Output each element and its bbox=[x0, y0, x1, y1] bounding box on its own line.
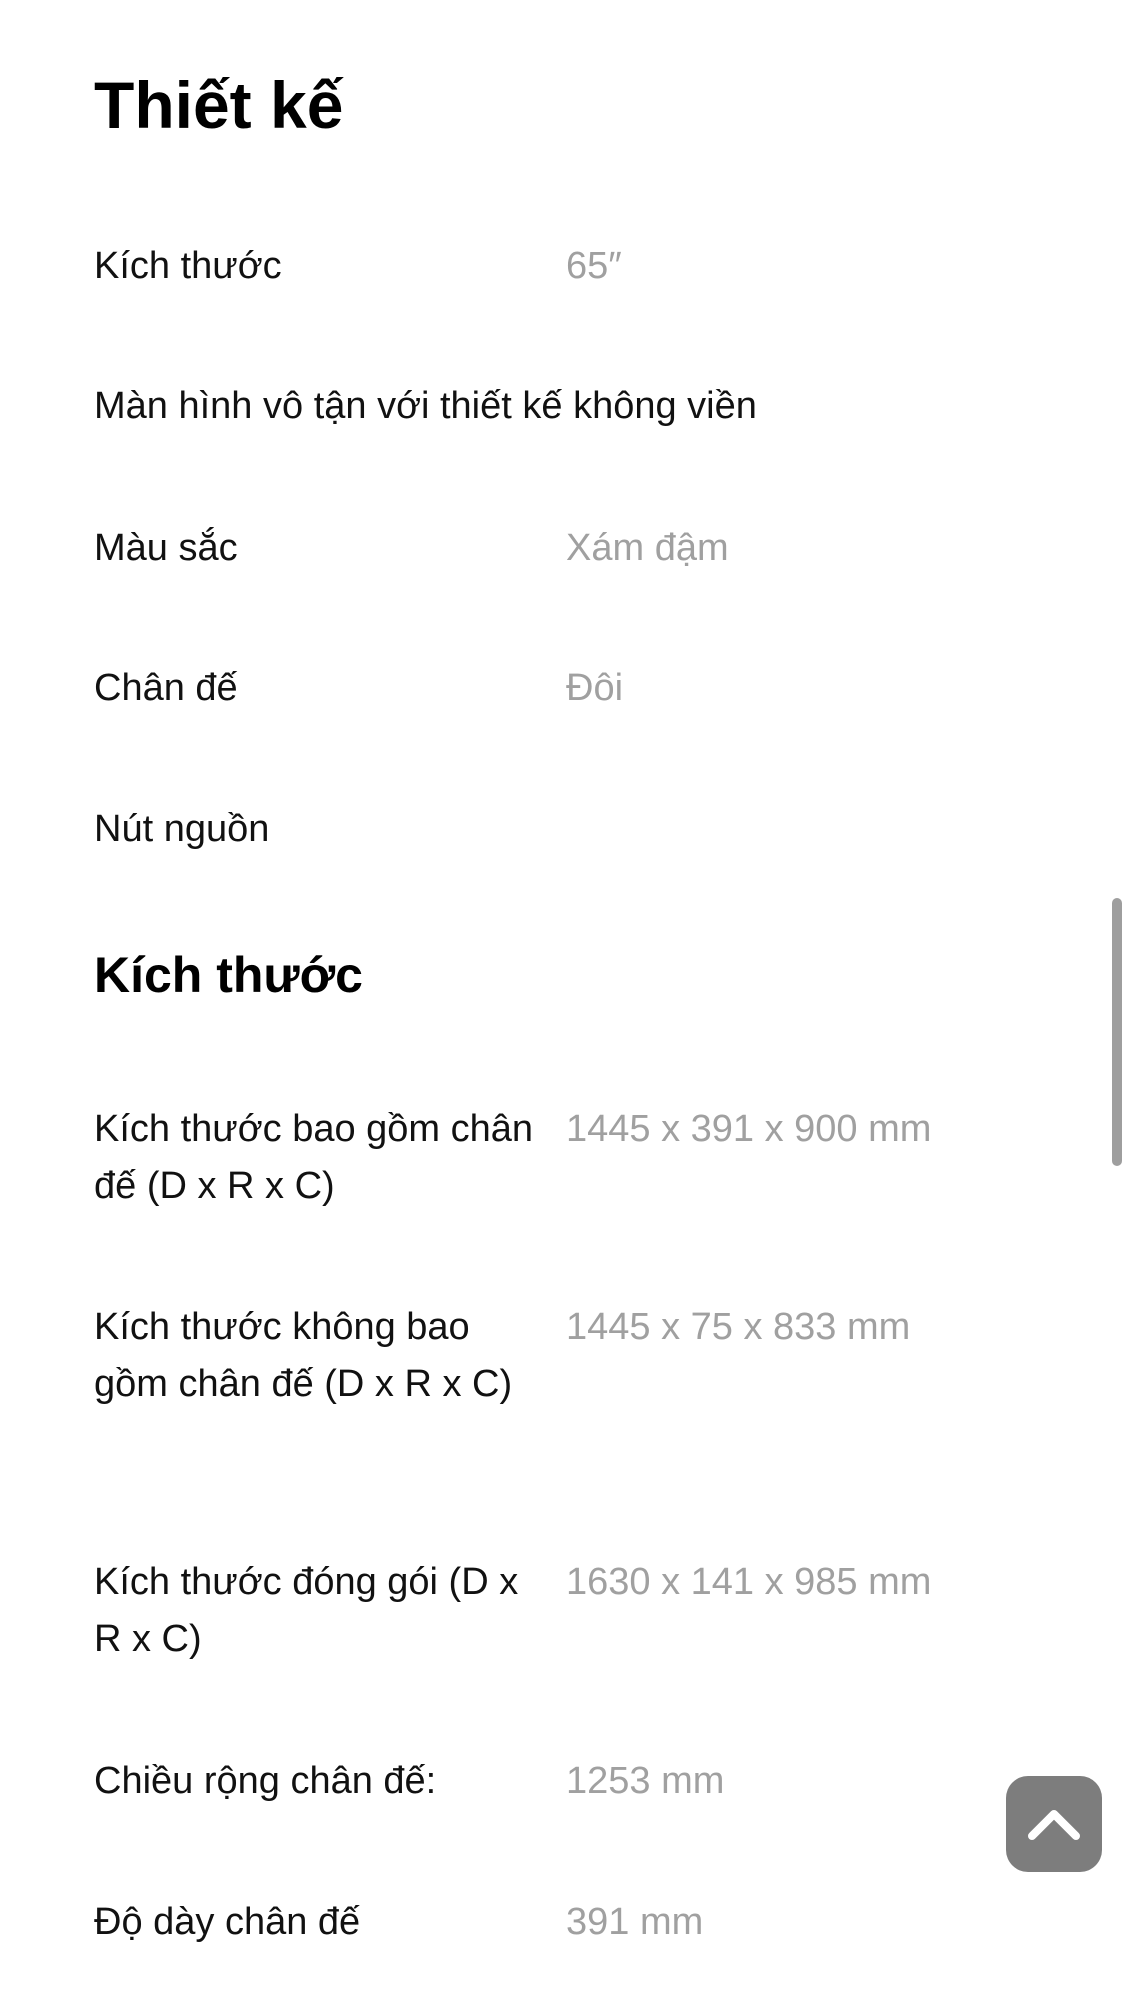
spec-label: Kích thước bbox=[94, 245, 282, 287]
spec-row-size: Kích thước 65″ bbox=[94, 238, 1044, 295]
spec-row-package-size: Kích thước đóng gói (D x R x C) 1630 x 1… bbox=[94, 1554, 1044, 1668]
spec-row-stand: Chân đế Đôi bbox=[94, 660, 1044, 717]
back-to-top-button[interactable] bbox=[1006, 1776, 1102, 1872]
spec-row-power-button: Nút nguồn bbox=[94, 801, 1044, 858]
chevron-up-icon bbox=[1028, 1810, 1080, 1840]
spec-row-color: Màu sắc Xám đậm bbox=[94, 520, 1044, 577]
spec-row-size-with-stand: Kích thước bao gồm chân đế (D x R x C) 1… bbox=[94, 1101, 1044, 1215]
spec-value: 65″ bbox=[566, 245, 622, 287]
spec-row-size-without-stand: Kích thước không bao gồm chân đế (D x R … bbox=[94, 1299, 1044, 1413]
spec-label: Nút nguồn bbox=[94, 808, 270, 850]
spec-value: 1445 x 391 x 900 mm bbox=[566, 1108, 932, 1150]
spec-row-borderless: Màn hình vô tận với thiết kế không viền bbox=[94, 378, 1044, 435]
spec-value: 1630 x 141 x 985 mm bbox=[566, 1561, 932, 1603]
spec-label: Chiều rộng chân đế: bbox=[94, 1760, 437, 1802]
spec-row-stand-thickness: Độ dày chân đế 391 mm bbox=[94, 1894, 1044, 1951]
spec-label: Kích thước đóng gói (D x R x C) bbox=[94, 1561, 519, 1660]
spec-value: Đôi bbox=[566, 667, 624, 709]
spec-value: 1445 x 75 x 833 mm bbox=[566, 1306, 911, 1348]
spec-label: Chân đế bbox=[94, 667, 238, 709]
spec-value: 391 mm bbox=[566, 1901, 704, 1943]
spec-row-stand-width: Chiều rộng chân đế: 1253 mm bbox=[94, 1753, 1044, 1810]
section-title-design: Thiết kế bbox=[94, 68, 344, 142]
section-title-dimensions: Kích thước bbox=[94, 947, 363, 1003]
spec-label: Kích thước không bao gồm chân đế (D x R … bbox=[94, 1306, 513, 1405]
spec-label: Màn hình vô tận với thiết kế không viền bbox=[94, 385, 757, 427]
scrollbar-thumb[interactable] bbox=[1112, 898, 1122, 1166]
spec-label: Độ dày chân đế bbox=[94, 1901, 361, 1943]
spec-value: 1253 mm bbox=[566, 1760, 725, 1802]
spec-value: Xám đậm bbox=[566, 527, 729, 569]
spec-label: Kích thước bao gồm chân đế (D x R x C) bbox=[94, 1108, 534, 1207]
spec-label: Màu sắc bbox=[94, 527, 238, 569]
